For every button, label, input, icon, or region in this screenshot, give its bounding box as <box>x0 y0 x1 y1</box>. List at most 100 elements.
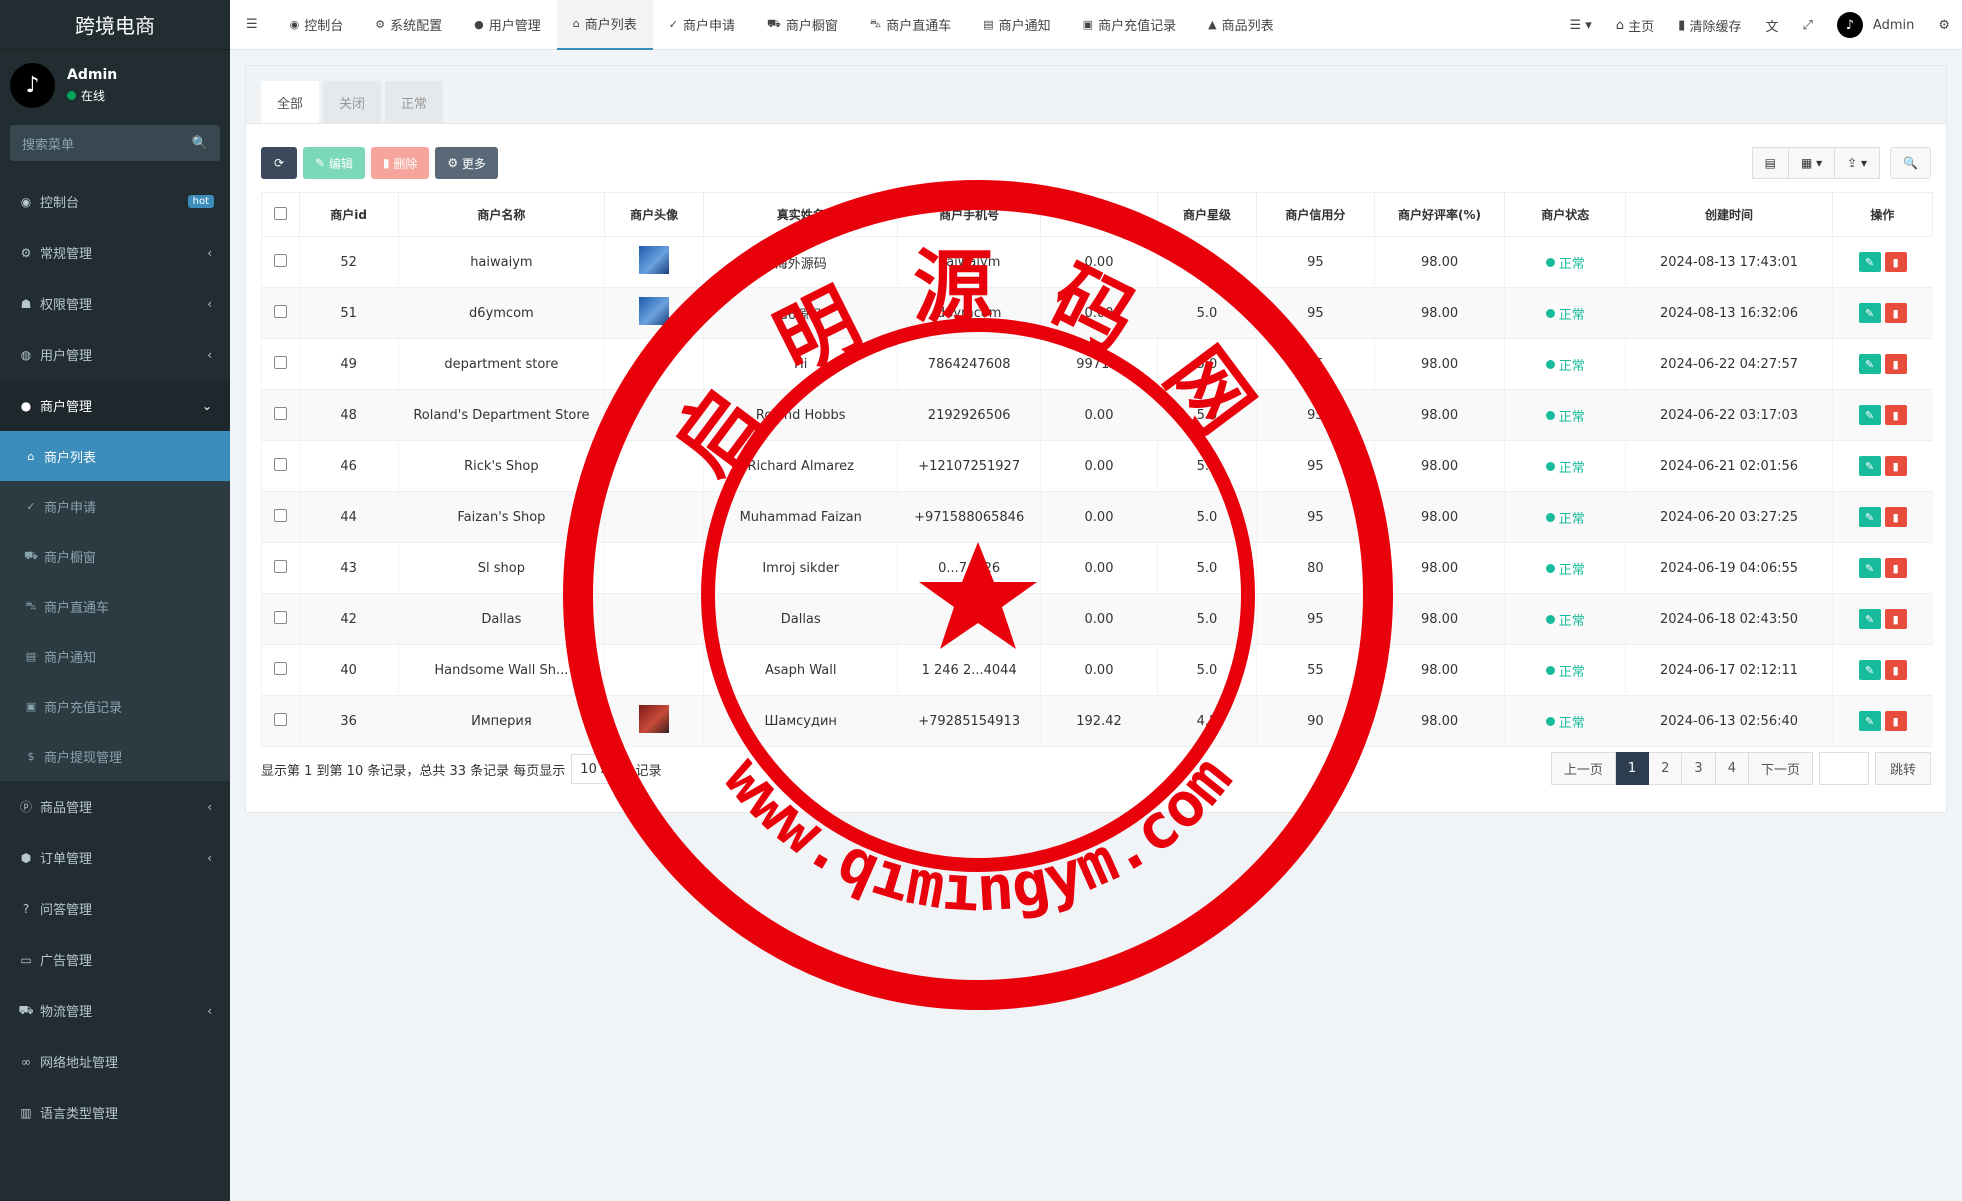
table-row[interactable]: 52 haiwaiym 海外源码 haiwaiym 0.00 5.0 95 98.00 正常 20… <box>261 236 1933 288</box>
columns-button[interactable]: ▦ ▾ <box>1788 147 1836 179</box>
table-row[interactable]: 49 department store Hi 7864247608 99715. 5.0 9… <box>261 338 1933 390</box>
col-name[interactable]: 商户名称 <box>397 192 606 237</box>
table-row[interactable]: 42 Dallas Dallas ...05 0.00 5.0 95 98.00 正常 2024-… <box>261 593 1933 645</box>
status-badge[interactable]: 正常 <box>1545 661 1585 680</box>
merchant-avatar-image[interactable] <box>639 705 670 733</box>
sidebar-subitem-merchant-notice[interactable]: ▤ 商户通知 <box>0 631 230 681</box>
status-badge[interactable]: 正常 <box>1545 253 1585 272</box>
row-checkbox[interactable] <box>273 661 287 675</box>
more-button[interactable]: ⚙ 更多 <box>435 147 498 179</box>
sidebar-subitem-merchant-withdraw[interactable]: $ 商户提现管理 <box>0 731 230 781</box>
status-badge[interactable]: 正常 <box>1545 355 1585 374</box>
admin-menu[interactable]: ♪ Admin <box>1825 12 1926 38</box>
page-2-button[interactable]: 2 <box>1649 752 1683 785</box>
sidebar-item-urls[interactable]: ∞ 网络地址管理 <box>0 1036 230 1087</box>
tab-user-management[interactable]: ● 用户管理 <box>458 0 557 50</box>
tab-merchant-apply[interactable]: ✓ 商户申请 <box>653 0 751 50</box>
row-delete-button[interactable]: ▮ <box>1884 405 1907 425</box>
status-badge[interactable]: 正常 <box>1545 610 1585 629</box>
home-link[interactable]: ⌂ 主页 <box>1604 16 1666 35</box>
sidebar-item-ads[interactable]: ▭ 广告管理 <box>0 934 230 985</box>
row-checkbox[interactable] <box>273 355 287 369</box>
search-button[interactable]: 🔍 <box>1890 147 1931 179</box>
merchant-avatar-image[interactable] <box>639 297 670 325</box>
sidebar-subitem-merchant-list[interactable]: ⌂ 商户列表 <box>0 431 230 481</box>
sidebar-item-auth[interactable]: ☗ 权限管理 ‹ <box>0 278 230 329</box>
tab-system-config[interactable]: ⚙ 系统配置 <box>359 0 458 50</box>
page-1-button[interactable]: 1 <box>1615 752 1650 785</box>
row-delete-button[interactable]: ▮ <box>1884 711 1907 731</box>
merchant-avatar-image[interactable] <box>639 246 670 274</box>
row-select-cell[interactable] <box>261 695 300 747</box>
sidebar-item-languages[interactable]: ▥ 语言类型管理 <box>0 1087 230 1138</box>
row-edit-button[interactable]: ✎ <box>1858 609 1881 629</box>
status-badge[interactable]: 正常 <box>1545 304 1585 323</box>
row-select-cell[interactable] <box>261 389 300 441</box>
fullscreen-button[interactable]: ⤢ <box>1791 18 1825 33</box>
status-badge[interactable]: 正常 <box>1545 508 1585 527</box>
edit-button[interactable]: ✎ 编辑 <box>303 147 365 179</box>
row-select-cell[interactable] <box>261 644 300 696</box>
col-rating[interactable]: 商户好评率(%) <box>1373 192 1506 237</box>
tab-normal[interactable]: 正常 <box>385 81 444 123</box>
row-delete-button[interactable]: ▮ <box>1884 558 1907 578</box>
jump-page-input[interactable] <box>1818 752 1869 785</box>
language-button[interactable]: 文 <box>1753 16 1790 35</box>
row-checkbox[interactable] <box>273 610 287 624</box>
row-select-cell[interactable] <box>261 338 300 390</box>
row-select-cell[interactable] <box>261 542 300 594</box>
row-delete-button[interactable]: ▮ <box>1884 252 1907 272</box>
sidebar-subitem-merchant-express[interactable]: ⛍ 商户直通车 <box>0 581 230 631</box>
row-select-cell[interactable] <box>261 236 300 288</box>
page-size-select[interactable]: 10 ▴ <box>571 754 617 784</box>
row-edit-button[interactable]: ✎ <box>1858 456 1881 476</box>
col-balance[interactable]: 商户余额 <box>1040 192 1158 237</box>
sidebar-item-general[interactable]: ⚙ 常规管理 ‹ <box>0 227 230 278</box>
sidebar-item-products[interactable]: ⓟ 商品管理 ‹ <box>0 781 230 832</box>
sidebar-subitem-merchant-apply[interactable]: ✓ 商户申请 <box>0 481 230 531</box>
row-select-cell[interactable] <box>261 593 300 645</box>
row-edit-button[interactable]: ✎ <box>1858 660 1881 680</box>
col-phone[interactable]: 商户手机号 <box>897 192 1042 237</box>
row-edit-button[interactable]: ✎ <box>1858 507 1881 527</box>
col-star[interactable]: 商户星级 <box>1156 192 1258 237</box>
tab-merchant-express[interactable]: ⛍ 商户直通车 <box>854 0 967 50</box>
avatar[interactable]: ♪ <box>10 62 55 108</box>
row-edit-button[interactable]: ✎ <box>1858 558 1881 578</box>
row-checkbox[interactable] <box>273 508 287 522</box>
row-select-cell[interactable] <box>261 287 300 339</box>
tab-all[interactable]: 全部 <box>261 81 320 123</box>
refresh-button[interactable]: ⟳ <box>261 147 297 179</box>
row-delete-button[interactable]: ▮ <box>1884 354 1907 374</box>
status-badge[interactable]: 正常 <box>1545 406 1585 425</box>
tab-product-list[interactable]: ▲ 商品列表 <box>1192 0 1289 50</box>
row-delete-button[interactable]: ▮ <box>1884 303 1907 323</box>
export-button[interactable]: ⇪ ▾ <box>1835 147 1881 179</box>
row-edit-button[interactable]: ✎ <box>1858 303 1881 323</box>
next-page-button[interactable]: 下一页 <box>1748 752 1813 785</box>
row-edit-button[interactable]: ✎ <box>1858 354 1881 374</box>
col-credit[interactable]: 商户信用分 <box>1256 192 1375 237</box>
sidebar-subitem-merchant-recharge[interactable]: ▣ 商户充值记录 <box>0 681 230 731</box>
status-badge[interactable]: 正常 <box>1545 457 1585 476</box>
row-delete-button[interactable]: ▮ <box>1884 660 1907 680</box>
tab-merchant-window[interactable]: ⛟ 商户橱窗 <box>751 0 854 50</box>
tab-merchant-list[interactable]: ⌂ 商户列表 <box>556 0 653 50</box>
row-checkbox[interactable] <box>273 457 287 471</box>
sidebar-item-dashboard[interactable]: ◉ 控制台 hot <box>0 176 230 227</box>
row-checkbox[interactable] <box>273 304 287 318</box>
row-delete-button[interactable]: ▮ <box>1884 507 1907 527</box>
row-edit-button[interactable]: ✎ <box>1858 252 1881 272</box>
tab-dashboard[interactable]: ◉ 控制台 <box>274 0 360 50</box>
col-real-name[interactable]: 真实姓名 <box>703 192 899 237</box>
table-row[interactable]: 48 Roland's Department Store Roland Hobbs 2… <box>261 389 1933 441</box>
sidebar-item-users[interactable]: ◍ 用户管理 ‹ <box>0 329 230 380</box>
table-row[interactable]: 51 d6ymcom d6源码 d6ymcom 0.00 5.0 95 98.00 正常 2024… <box>261 287 1933 339</box>
col-created[interactable]: 创建时间 <box>1625 192 1833 237</box>
col-id[interactable]: 商户id <box>298 192 399 237</box>
row-select-cell[interactable] <box>261 440 300 492</box>
table-row[interactable]: 40 Handsome Wall Sh... Asaph Wall 1 246 2..… <box>261 644 1933 696</box>
sidebar-item-qa[interactable]: ? 问答管理 <box>0 883 230 934</box>
page-3-button[interactable]: 3 <box>1682 752 1716 785</box>
table-row[interactable]: 36 Империя Шамсудин +79285154913 192.42 4.5 90… <box>261 695 1933 747</box>
